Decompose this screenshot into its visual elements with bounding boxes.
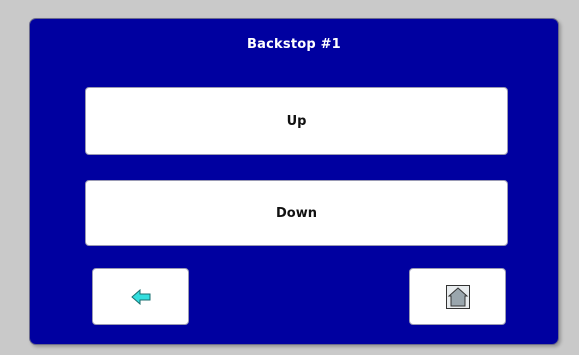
down-button[interactable]: Down	[85, 180, 508, 246]
home-button[interactable]	[409, 268, 506, 325]
screen-background: Backstop #1 Up Down	[0, 0, 579, 355]
up-button[interactable]: Up	[85, 87, 508, 155]
control-panel: Backstop #1 Up Down	[29, 18, 559, 345]
home-icon	[445, 284, 470, 309]
up-button-label: Up	[286, 113, 307, 129]
arrow-left-icon	[130, 288, 151, 305]
page-title: Backstop #1	[247, 37, 341, 52]
down-button-label: Down	[276, 205, 317, 221]
back-button[interactable]	[92, 268, 189, 325]
